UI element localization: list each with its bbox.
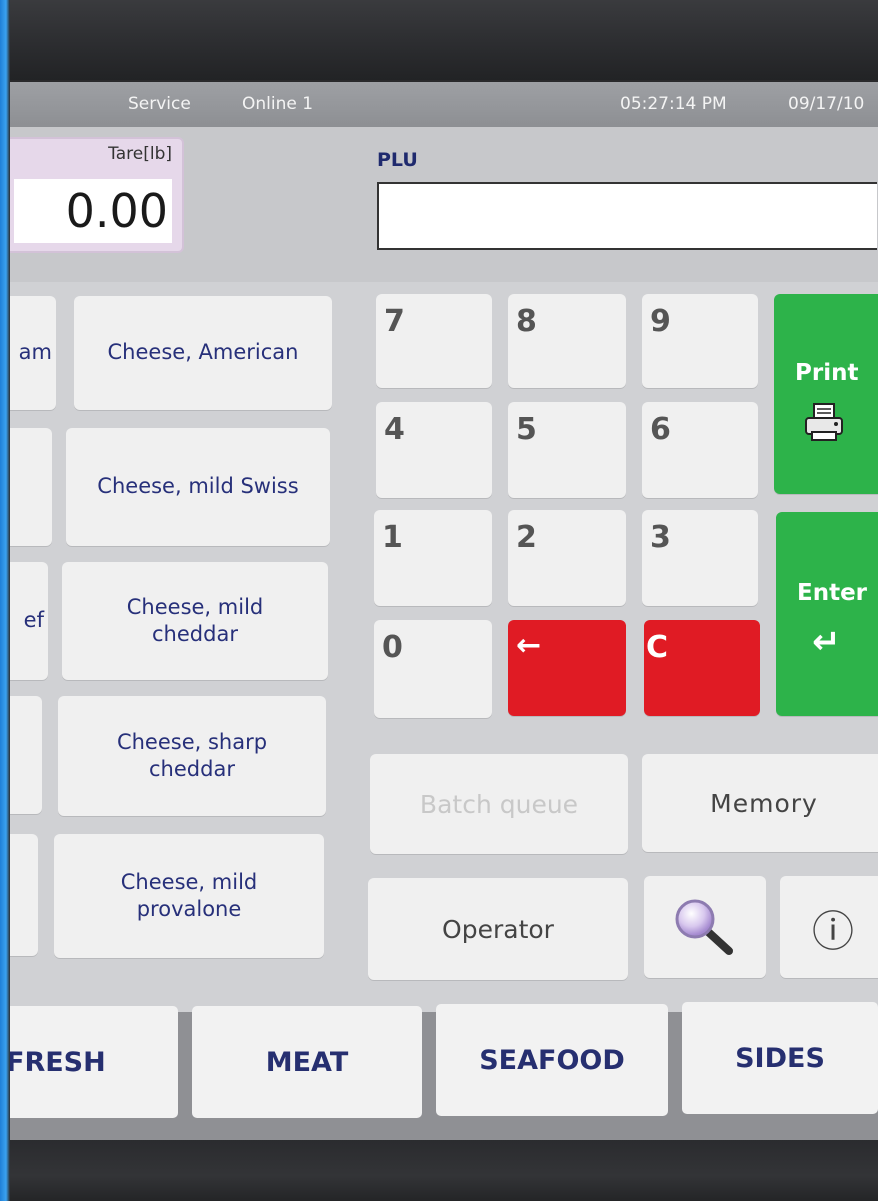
category-tabs: FRESH MEAT SEAFOOD SIDES [10, 1002, 878, 1140]
plu-button-label: Cheese, mild Swiss [97, 474, 299, 499]
tare-label: Tare[lb] [108, 144, 172, 164]
enter-label: Enter [797, 580, 868, 606]
key-label: 1 [382, 520, 403, 555]
plu-button-cheese-mild-cheddar[interactable]: Cheese, mild cheddar [62, 562, 328, 680]
tab-label: FRESH [10, 1046, 106, 1078]
tab-label: MEAT [265, 1046, 349, 1078]
plu-button-label: ef [23, 608, 44, 633]
print-button[interactable]: Print [774, 294, 878, 494]
plu-label: PLU [377, 149, 418, 171]
plu-button-cheese-american[interactable]: Cheese, American [74, 296, 332, 410]
printer-icon [805, 403, 843, 441]
main-panel: am ef Cheese, American Cheese, mild Swis… [10, 282, 878, 1012]
key-label: 5 [516, 412, 537, 447]
magnifier-icon [675, 899, 733, 955]
batch-queue-label: Batch queue [419, 789, 579, 819]
device-edge-left [0, 0, 10, 1201]
tab-label: SIDES [735, 1042, 825, 1074]
key-3[interactable]: 3 [642, 510, 758, 606]
connection-status: Online 1 [242, 94, 314, 114]
key-9[interactable]: 9 [642, 294, 758, 388]
operator-button[interactable]: Operator [368, 878, 628, 980]
search-button[interactable] [644, 876, 766, 978]
key-label: 2 [516, 520, 537, 555]
clear-button[interactable]: C [644, 620, 760, 716]
key-4[interactable]: 4 [376, 402, 492, 498]
plu-button-partial-5[interactable] [10, 834, 38, 956]
key-5[interactable]: 5 [508, 402, 626, 498]
plu-button-partial-3[interactable]: ef [10, 562, 48, 680]
tab-sides[interactable]: SIDES [682, 1002, 878, 1114]
key-7[interactable]: 7 [376, 294, 492, 388]
key-2[interactable]: 2 [508, 510, 626, 606]
tare-value: 0.00 [14, 179, 172, 243]
plu-button-label: am [18, 340, 52, 365]
key-label: 7 [384, 304, 405, 339]
tab-fresh[interactable]: FRESH [10, 1006, 178, 1118]
status-bar: Service Online 1 05:27:14 PM 09/17/10 [10, 82, 878, 127]
key-1[interactable]: 1 [374, 510, 492, 606]
operator-label: Operator [442, 914, 554, 944]
info-icon: ⓘ [812, 907, 855, 956]
key-6[interactable]: 6 [642, 402, 758, 498]
plu-button-partial-1[interactable]: am [10, 296, 56, 410]
plu-button-label: Cheese, sharp cheddar [116, 729, 268, 781]
print-label: Print [795, 360, 859, 386]
clock-time: 05:27:14 PM [620, 94, 727, 114]
plu-button-label: Cheese, mild provalone [120, 869, 258, 921]
device-bezel-top [0, 0, 878, 80]
clear-label: C [646, 630, 669, 665]
device-bezel-bottom [0, 1138, 878, 1201]
plu-button-partial-4[interactable] [10, 696, 42, 814]
key-label: 0 [382, 630, 403, 665]
backspace-icon: ← [516, 628, 542, 663]
plu-button-cheese-mild-swiss[interactable]: Cheese, mild Swiss [66, 428, 330, 546]
tab-meat[interactable]: MEAT [192, 1006, 422, 1118]
key-label: 9 [650, 304, 671, 339]
key-0[interactable]: 0 [374, 620, 492, 718]
enter-icon: ↵ [812, 622, 841, 662]
mode-label: Service [128, 94, 191, 114]
plu-button-label: Cheese, American [107, 340, 299, 365]
memory-label: Memory [710, 788, 818, 818]
plu-button-label: Cheese, mild cheddar [126, 594, 264, 646]
key-label: 8 [516, 304, 537, 339]
batch-queue-button[interactable]: Batch queue [370, 754, 628, 854]
key-label: 6 [650, 412, 671, 447]
key-label: 3 [650, 520, 671, 555]
tab-label: SEAFOOD [479, 1044, 625, 1076]
clock-date: 09/17/10 [788, 94, 865, 114]
tab-seafood[interactable]: SEAFOOD [436, 1004, 668, 1116]
plu-button-cheese-mild-provalone[interactable]: Cheese, mild provalone [54, 834, 324, 958]
scale-screen: Service Online 1 05:27:14 PM 09/17/10 Ta… [10, 82, 878, 1140]
plu-button-cheese-sharp-cheddar[interactable]: Cheese, sharp cheddar [58, 696, 326, 816]
key-8[interactable]: 8 [508, 294, 626, 388]
key-label: 4 [384, 412, 405, 447]
plu-input[interactable] [377, 182, 877, 250]
plu-button-partial-2[interactable] [10, 428, 52, 546]
memory-button[interactable]: Memory [642, 754, 878, 852]
backspace-button[interactable]: ← [508, 620, 626, 716]
info-button[interactable]: ⓘ [780, 876, 878, 978]
tare-display[interactable]: Tare[lb] 0.00 [10, 137, 184, 253]
enter-button[interactable]: Enter ↵ [776, 512, 878, 716]
